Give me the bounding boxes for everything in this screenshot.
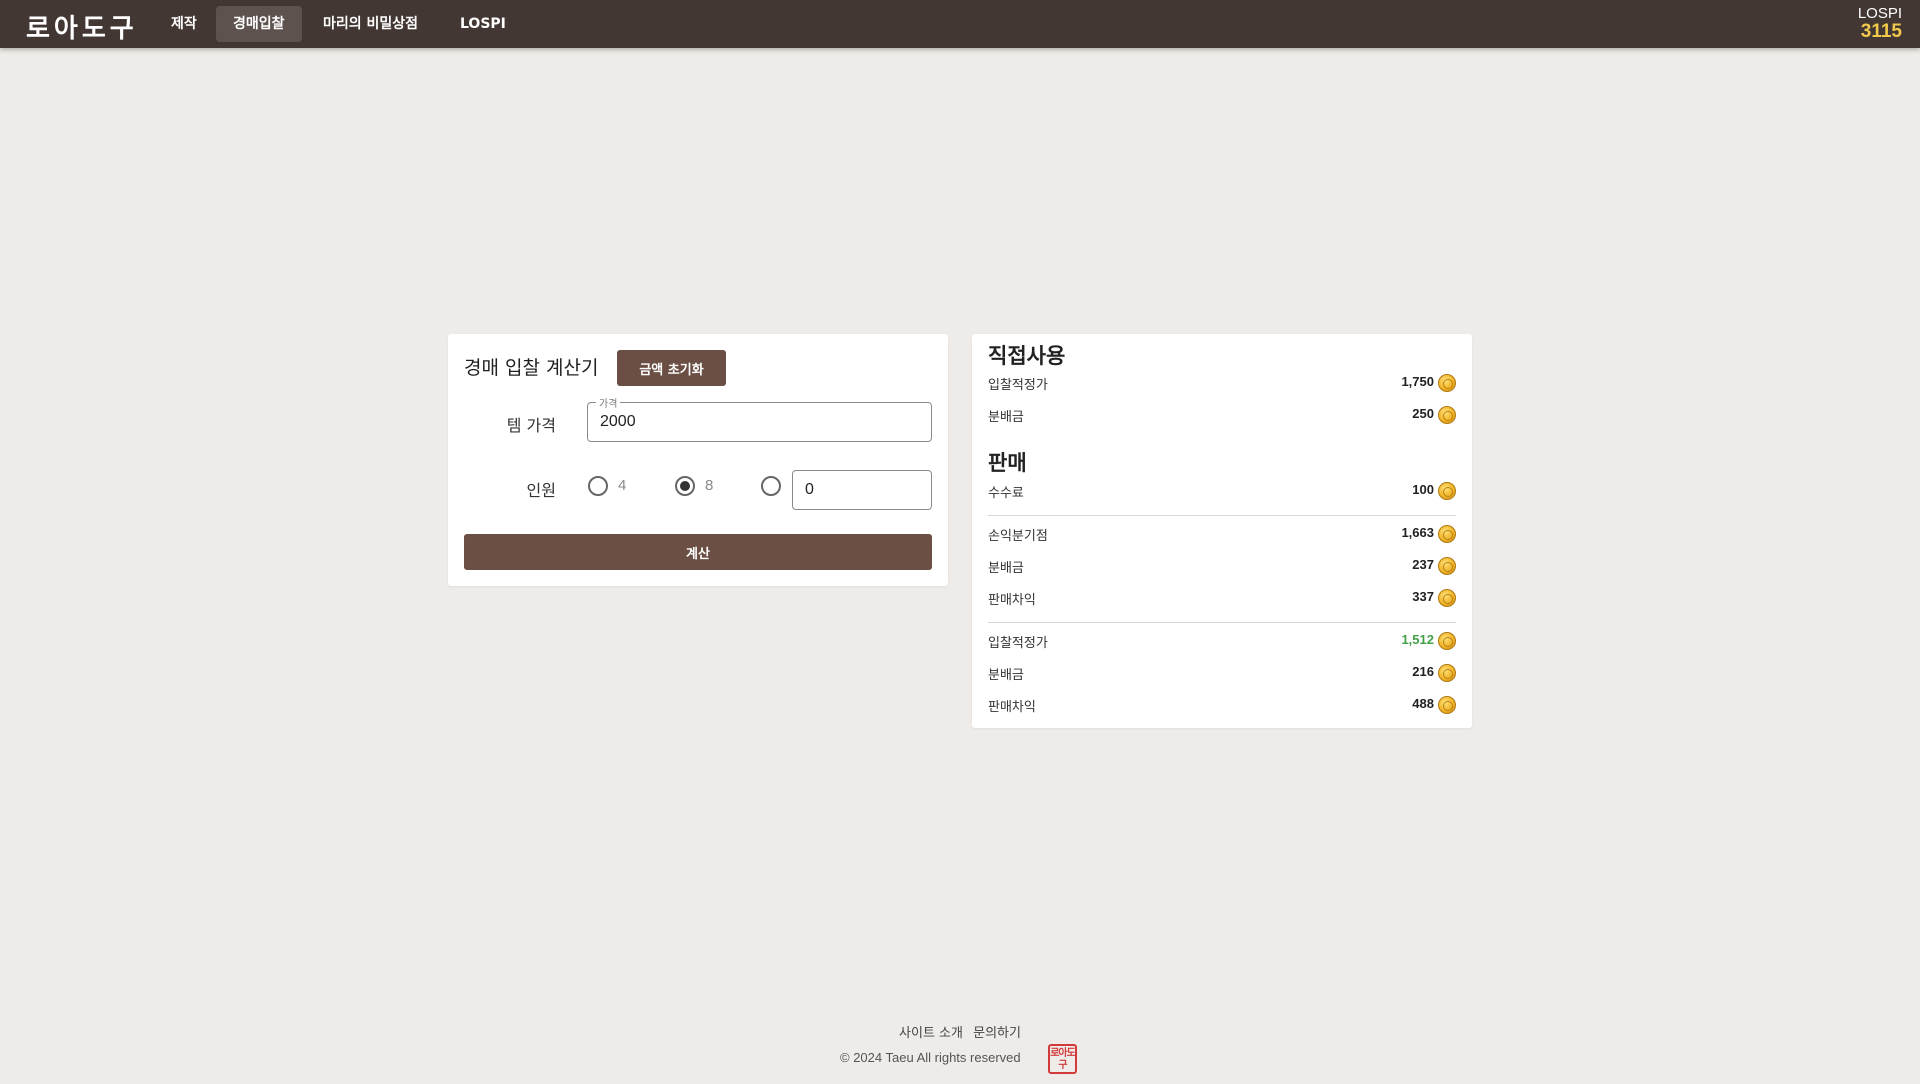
- custom-members-input[interactable]: [805, 480, 920, 500]
- divider: [988, 515, 1456, 516]
- gold-coin-icon: [1438, 696, 1456, 714]
- radio-4-label: 4: [618, 477, 627, 494]
- site-logo[interactable]: 로아도구: [26, 8, 138, 45]
- row-value: 237: [1412, 557, 1434, 572]
- top-navigation-bar: 로아도구 제작 경매입찰 마리의 비밀상점 LOSPI LOSPI 3115: [0, 0, 1920, 48]
- calculator-title: 경매 입찰 계산기: [464, 357, 599, 379]
- row-label: 판매차익: [988, 593, 1036, 608]
- auction-calculator-card: 경매 입찰 계산기 금액 초기화 템 가격 가격 인원 4 8 계산: [448, 334, 948, 586]
- copyright-text: © 2024 Taeu All rights reserved: [840, 1050, 1021, 1065]
- gold-coin-icon: [1438, 589, 1456, 607]
- radio-4-icon[interactable]: [588, 476, 608, 496]
- row-label: 분배금: [988, 410, 1024, 425]
- gold-coin-icon: [1438, 557, 1456, 575]
- custom-members-field[interactable]: [792, 470, 932, 510]
- result-card: 직접사용 입찰적정가 1,750 분배금 250 판매 수수료 100 손익분기…: [972, 334, 1472, 728]
- gold-coin-icon: [1438, 664, 1456, 682]
- gold-coin-icon: [1438, 525, 1456, 543]
- footer-link-contact[interactable]: 문의하기: [973, 1026, 1021, 1041]
- row-label: 판매차익: [988, 700, 1036, 715]
- row-value: 100: [1412, 482, 1434, 497]
- breakeven-share-row: 분배금 237: [988, 555, 1456, 577]
- price-input[interactable]: [600, 412, 920, 432]
- direct-bid-row: 입찰적정가 1,750: [988, 372, 1456, 394]
- row-label: 분배금: [988, 561, 1024, 576]
- lospi-value: 3115: [1860, 21, 1902, 42]
- row-value: 216: [1412, 664, 1434, 679]
- gold-coin-icon: [1438, 632, 1456, 650]
- price-field[interactable]: 가격: [587, 395, 932, 442]
- breakeven-row: 손익분기점 1,663: [988, 523, 1456, 545]
- row-value: 337: [1412, 589, 1434, 604]
- radio-custom-icon[interactable]: [761, 476, 781, 496]
- row-value: 488: [1412, 696, 1434, 711]
- nav-item-lospi[interactable]: LOSPI: [443, 6, 523, 42]
- row-value: 1,512: [1401, 632, 1434, 647]
- row-label: 손익분기점: [988, 529, 1048, 544]
- lospi-indicator: LOSPI 3115: [1858, 6, 1902, 42]
- gold-coin-icon: [1438, 374, 1456, 392]
- fee-row: 수수료 100: [988, 480, 1456, 502]
- direct-share-row: 분배금 250: [988, 404, 1456, 426]
- row-label: 수수료: [988, 486, 1024, 501]
- reset-price-button[interactable]: 금액 초기화: [617, 350, 726, 386]
- row-value: 1,663: [1401, 525, 1434, 540]
- nav-item-auction-bid[interactable]: 경매입찰: [216, 6, 302, 42]
- item-price-label: 템 가격: [506, 416, 556, 435]
- divider: [988, 622, 1456, 623]
- footer-links: 사이트 소개 문의하기: [0, 1022, 1920, 1041]
- nav-item-mari-secret-shop[interactable]: 마리의 비밀상점: [306, 6, 435, 42]
- footer-link-about[interactable]: 사이트 소개: [899, 1026, 963, 1041]
- optimal-profit-row: 판매차익 488: [988, 694, 1456, 716]
- site-stamp-logo: 로아도구: [1048, 1044, 1077, 1074]
- row-label: 분배금: [988, 668, 1024, 683]
- nav-item-craft[interactable]: 제작: [154, 6, 214, 42]
- gold-coin-icon: [1438, 406, 1456, 424]
- row-label: 입찰적정가: [988, 636, 1048, 651]
- row-value: 1,750: [1401, 374, 1434, 389]
- calculate-button[interactable]: 계산: [464, 534, 932, 570]
- breakeven-profit-row: 판매차익 337: [988, 587, 1456, 609]
- row-label: 입찰적정가: [988, 378, 1048, 393]
- direct-use-title: 직접사용: [988, 344, 1066, 368]
- price-legend: 가격: [596, 395, 621, 410]
- radio-8-label: 8: [705, 477, 714, 494]
- optimal-bid-row: 입찰적정가 1,512: [988, 630, 1456, 652]
- gold-coin-icon: [1438, 482, 1456, 500]
- members-label: 인원: [526, 481, 556, 500]
- lospi-label: LOSPI: [1857, 5, 1902, 22]
- row-value: 250: [1412, 406, 1434, 421]
- radio-8-icon[interactable]: [675, 476, 695, 496]
- optimal-share-row: 분배금 216: [988, 662, 1456, 684]
- sell-title: 판매: [988, 451, 1027, 475]
